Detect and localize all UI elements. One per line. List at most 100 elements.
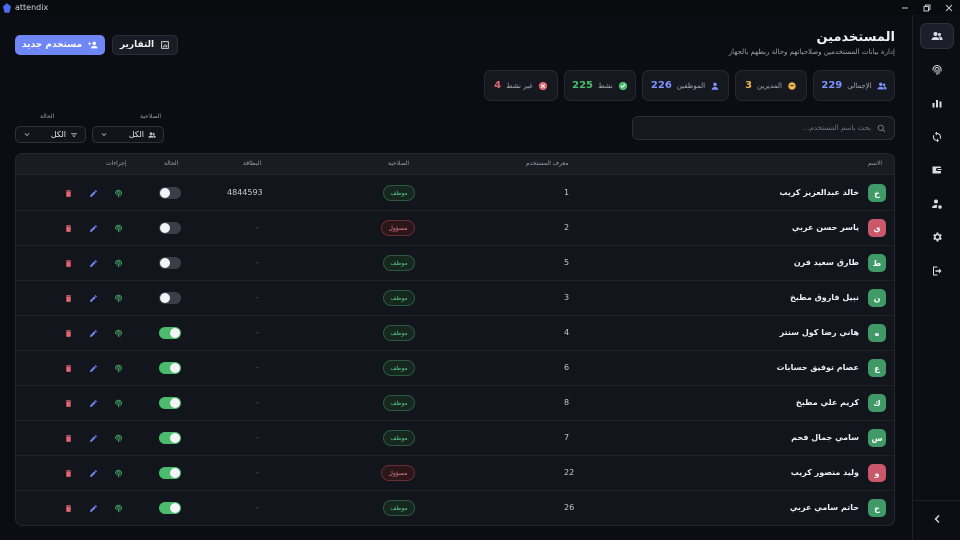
check-circle-icon: [618, 81, 628, 91]
role-filter-value: الكل: [128, 130, 144, 139]
users-icon: [931, 32, 943, 40]
filter-icon: [71, 132, 77, 137]
fingerprint-icon[interactable]: [113, 223, 123, 233]
trash-icon[interactable]: [63, 433, 73, 443]
status-toggle[interactable]: [159, 257, 181, 269]
restore-button[interactable]: [916, 0, 938, 15]
add-user-button[interactable]: مستخدم جديد: [15, 35, 105, 55]
status-filter-label: الحالة: [40, 113, 55, 120]
x-circle-icon: [538, 81, 548, 91]
status-toggle[interactable]: [159, 502, 181, 514]
app-logo-icon: [3, 2, 11, 13]
fingerprint-icon: [932, 65, 942, 75]
user-name: هاني رضا كول سنتر: [779, 328, 859, 337]
fingerprint-icon[interactable]: [113, 468, 123, 478]
edit-icon[interactable]: [88, 433, 98, 443]
avatar: خ: [868, 184, 886, 202]
sidebar-item-user-settings[interactable]: [920, 191, 954, 217]
user-name: ياسر حسن عربي: [791, 223, 859, 232]
table-row[interactable]: ي ياسر حسن عربي 2 مسؤول -: [16, 211, 894, 246]
toggle-knob: [160, 223, 170, 233]
card-number: -: [256, 223, 259, 232]
status-toggle[interactable]: [159, 397, 181, 409]
avatar: ح: [868, 499, 886, 517]
sidebar-item-wallet[interactable]: [920, 157, 954, 183]
edit-icon[interactable]: [88, 223, 98, 233]
status-toggle[interactable]: [159, 187, 181, 199]
edit-icon[interactable]: [88, 188, 98, 198]
fingerprint-icon[interactable]: [113, 328, 123, 338]
sidebar-divider: [913, 500, 960, 501]
status-toggle[interactable]: [159, 362, 181, 374]
table-row[interactable]: خ خالد عبدالعزيز كريب 1 موظف 4844593: [16, 176, 894, 211]
trash-icon[interactable]: [63, 503, 73, 513]
table-row[interactable]: و وليد منصور كريب 22 مسؤول -: [16, 456, 894, 491]
trash-icon[interactable]: [63, 293, 73, 303]
status-toggle[interactable]: [159, 467, 181, 479]
search-input[interactable]: بحث باسم المستخدم...: [632, 116, 895, 140]
trash-icon[interactable]: [63, 468, 73, 478]
trash-icon[interactable]: [63, 258, 73, 268]
fingerprint-icon[interactable]: [113, 293, 123, 303]
stat-managers: المديرين 3: [735, 70, 807, 101]
reports-button[interactable]: التقارير: [112, 35, 178, 55]
table-row[interactable]: ع عصام توفيق حسابات 6 موظف -: [16, 351, 894, 386]
table-row[interactable]: ك كريم علي مطبخ 8 موظف -: [16, 386, 894, 421]
fingerprint-icon[interactable]: [113, 363, 123, 373]
bar-chart-icon: [932, 100, 942, 108]
fingerprint-icon[interactable]: [113, 433, 123, 443]
minimize-button[interactable]: [894, 0, 916, 15]
sidebar-item-fingerprint[interactable]: [920, 57, 954, 83]
trash-icon[interactable]: [63, 363, 73, 373]
avatar: ه: [868, 324, 886, 342]
trash-icon[interactable]: [63, 398, 73, 408]
edit-icon[interactable]: [88, 328, 98, 338]
table-row[interactable]: ه هاني رضا كول سنتر 4 موظف -: [16, 316, 894, 351]
status-toggle[interactable]: [159, 292, 181, 304]
chevron-down-icon: [24, 132, 30, 136]
sidebar-item-users[interactable]: [920, 23, 954, 49]
avatar: ط: [868, 254, 886, 272]
sidebar-item-settings[interactable]: [920, 224, 954, 250]
table-row[interactable]: ح حاتم سامي عربي 26 موظف -: [16, 491, 894, 525]
edit-icon[interactable]: [88, 363, 98, 373]
stat-inactive-value: 4: [494, 80, 502, 91]
table-row[interactable]: س سامي جمال فحم 7 موظف -: [16, 421, 894, 456]
card-number: -: [256, 503, 259, 512]
edit-icon[interactable]: [88, 468, 98, 478]
card-number: -: [256, 258, 259, 267]
role-badge: مسؤول: [381, 220, 415, 236]
table-row[interactable]: ط طارق سعيد فرن 5 موظف -: [16, 246, 894, 281]
role-badge: موظف: [383, 325, 415, 341]
user-id: 6: [564, 363, 570, 372]
status-toggle[interactable]: [159, 327, 181, 339]
sidebar-collapse-button[interactable]: [920, 506, 954, 532]
reports-label: التقارير: [119, 40, 155, 50]
users-icon: [148, 131, 156, 138]
fingerprint-icon[interactable]: [113, 258, 123, 268]
user-name: نبيل فاروق مطبخ: [790, 293, 859, 302]
edit-icon[interactable]: [88, 293, 98, 303]
stat-active-value: 225: [572, 80, 594, 91]
report-icon: [161, 41, 169, 49]
status-toggle[interactable]: [159, 222, 181, 234]
avatar: و: [868, 464, 886, 482]
search-placeholder: بحث باسم المستخدم...: [802, 124, 871, 132]
edit-icon[interactable]: [88, 398, 98, 408]
fingerprint-icon[interactable]: [113, 398, 123, 408]
trash-icon[interactable]: [63, 223, 73, 233]
table-row[interactable]: ن نبيل فاروق مطبخ 3 موظف -: [16, 281, 894, 316]
edit-icon[interactable]: [88, 503, 98, 513]
fingerprint-icon[interactable]: [113, 503, 123, 513]
edit-icon[interactable]: [88, 258, 98, 268]
status-filter-select[interactable]: الكل: [15, 126, 86, 143]
sidebar-item-sync[interactable]: [920, 124, 954, 150]
status-toggle[interactable]: [159, 432, 181, 444]
close-button[interactable]: [938, 0, 960, 15]
trash-icon[interactable]: [63, 188, 73, 198]
trash-icon[interactable]: [63, 328, 73, 338]
fingerprint-icon[interactable]: [113, 188, 123, 198]
sidebar-item-reports[interactable]: [920, 90, 954, 116]
sidebar-item-logout[interactable]: [920, 258, 954, 284]
role-filter-select[interactable]: الكل: [92, 126, 164, 143]
